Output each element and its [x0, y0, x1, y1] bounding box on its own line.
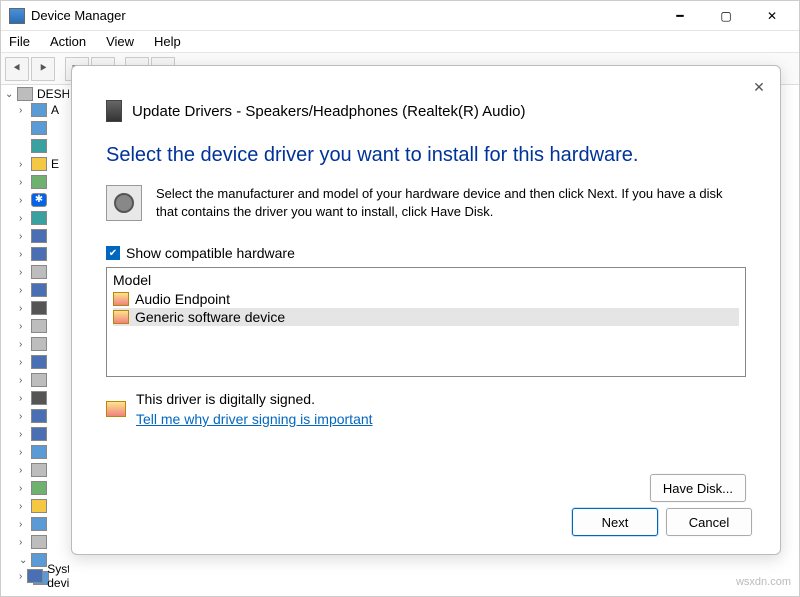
device-icon — [31, 517, 47, 531]
device-icon — [31, 535, 47, 549]
maximize-button[interactable]: ▢ — [703, 1, 749, 31]
tree-root[interactable]: ⌄ DESH — [5, 87, 69, 101]
show-compatible-label: Show compatible hardware — [126, 245, 295, 261]
print-icon — [31, 463, 47, 477]
show-compatible-row[interactable]: ✔ Show compatible hardware — [72, 221, 780, 267]
close-dialog-button[interactable]: ✕ — [748, 76, 770, 98]
menu-view[interactable]: View — [102, 32, 138, 51]
titlebar: Device Manager ━ ▢ ✕ — [1, 1, 799, 31]
mouse-icon — [31, 391, 47, 405]
device-icon — [31, 499, 47, 513]
cancel-button[interactable]: Cancel — [666, 508, 752, 536]
signed-driver-icon — [113, 292, 129, 306]
checkbox-icon[interactable]: ✔ — [106, 246, 120, 260]
update-drivers-dialog: ✕ Update Drivers - Speakers/Headphones (… — [71, 65, 781, 555]
monitor-icon — [31, 409, 47, 423]
back-button[interactable]: ⯇ — [5, 57, 29, 81]
app-icon — [9, 8, 25, 24]
menu-help[interactable]: Help — [150, 32, 185, 51]
tree-root-label: DESH — [37, 87, 69, 101]
driver-signed-row: This driver is digitally signed. Tell me… — [72, 377, 780, 427]
minimize-button[interactable]: ━ — [657, 1, 703, 31]
device-icon — [31, 355, 47, 369]
bluetooth-icon: ✱ — [31, 193, 47, 207]
model-list[interactable]: Model Audio Endpoint Generic software de… — [106, 267, 746, 377]
model-item-selected[interactable]: Generic software device — [113, 308, 739, 326]
forward-button[interactable]: ⯈ — [31, 57, 55, 81]
network-icon — [31, 427, 47, 441]
device-icon — [31, 247, 47, 261]
signed-driver-icon — [113, 310, 129, 324]
dialog-title: Select the device driver you want to ins… — [72, 122, 780, 167]
driver-disk-icon — [106, 185, 142, 221]
device-tree[interactable]: ⌄ DESH ›A ›E › ›✱ › › › › › › › › › › › … — [5, 87, 69, 592]
tree-item-label: A — [51, 103, 59, 117]
dialog-header: Update Drivers - Speakers/Headphones (Re… — [72, 66, 780, 122]
menu-action[interactable]: Action — [46, 32, 90, 51]
computer-icon — [17, 87, 33, 101]
device-icon — [31, 175, 47, 189]
model-item-label: Generic software device — [135, 309, 285, 325]
keyboard-icon — [31, 373, 47, 387]
tree-item-label: System devices — [47, 562, 69, 590]
next-button[interactable]: Next — [572, 508, 658, 536]
device-icon — [31, 103, 47, 117]
driver-signed-text: This driver is digitally signed. — [136, 391, 373, 407]
watermark: wsxdn.com — [736, 576, 791, 588]
driver-signing-link[interactable]: Tell me why driver signing is important — [136, 411, 373, 427]
tree-item-label: E — [51, 157, 59, 171]
hid-icon — [31, 337, 47, 351]
tree-row[interactable]: › System devices — [19, 562, 69, 590]
device-icon — [106, 100, 122, 122]
processor-icon — [31, 481, 47, 495]
model-item[interactable]: Audio Endpoint — [113, 290, 739, 308]
dialog-info-row: Select the manufacturer and model of you… — [72, 167, 780, 221]
caret-icon: ⌄ — [5, 89, 13, 100]
have-disk-button[interactable]: Have Disk... — [650, 474, 746, 502]
system-icon — [27, 569, 43, 583]
close-window-button[interactable]: ✕ — [749, 1, 795, 31]
model-column-header: Model — [113, 272, 739, 290]
camera-icon — [31, 211, 47, 225]
window-title: Device Manager — [31, 8, 657, 23]
menubar: File Action View Help — [1, 31, 799, 53]
device-icon — [31, 121, 47, 135]
dialog-header-text: Update Drivers - Speakers/Headphones (Re… — [132, 103, 526, 120]
model-item-label: Audio Endpoint — [135, 291, 230, 307]
device-icon — [31, 139, 47, 153]
dialog-info-text: Select the manufacturer and model of you… — [156, 185, 746, 221]
device-icon — [31, 301, 47, 315]
battery-icon — [31, 157, 47, 171]
menu-file[interactable]: File — [5, 32, 34, 51]
device-manager-window: Device Manager ━ ▢ ✕ File Action View He… — [0, 0, 800, 597]
disk-icon — [31, 265, 47, 279]
device-icon — [31, 319, 47, 333]
certificate-icon — [106, 401, 126, 417]
display-icon — [31, 283, 47, 297]
device-icon — [31, 445, 47, 459]
device-icon — [31, 229, 47, 243]
